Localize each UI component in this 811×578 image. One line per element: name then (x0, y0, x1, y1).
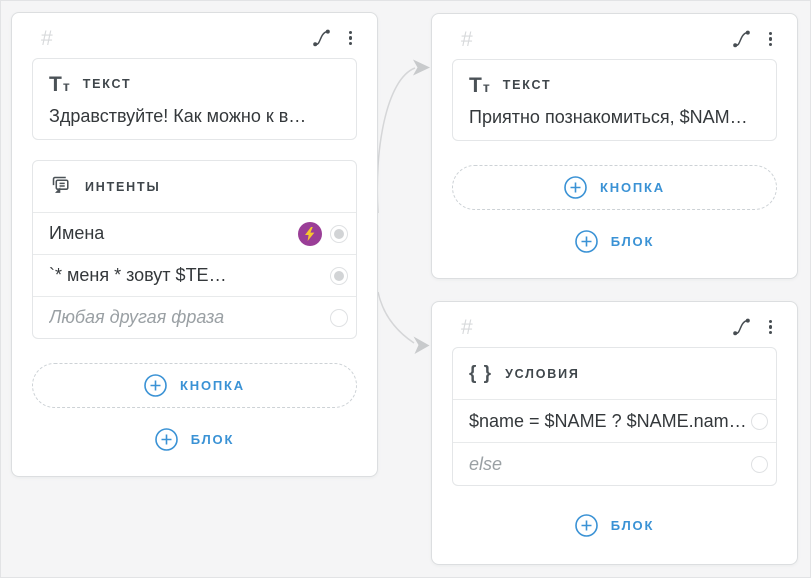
plus-circle-icon (575, 514, 598, 537)
block-header: # (452, 25, 777, 53)
intents-section: ИНТЕНТЫ Имена `* меня * зовут $TE… Любая… (32, 160, 357, 339)
text-content: Приятно познакомиться, $NAM… (469, 107, 760, 128)
plus-circle-icon (155, 428, 178, 451)
connections-icon[interactable] (732, 29, 752, 49)
connection-port[interactable] (330, 225, 348, 243)
block-menu-icon[interactable] (346, 30, 356, 47)
wire-to-conditions-block (378, 292, 414, 343)
flow-canvas: # Tт ТЕКСТ Здравствуйте! Как можно к в… (0, 0, 811, 578)
intent-text: Любая другая фраза (49, 307, 324, 328)
add-block-label: БЛОК (191, 432, 234, 447)
section-label: УСЛОВИЯ (505, 367, 580, 381)
connections-icon[interactable] (312, 28, 332, 48)
add-button-button[interactable]: КНОПКА (32, 363, 357, 408)
connection-port[interactable] (751, 456, 768, 473)
conditions-section: { } УСЛОВИЯ $name = $NAME ? $NAME.nam… e… (452, 347, 777, 486)
bot-block-start[interactable]: # Tт ТЕКСТ Здравствуйте! Как можно к в… (11, 12, 378, 477)
plus-circle-icon (575, 230, 598, 253)
add-button-label: КНОПКА (600, 180, 665, 195)
intents-icon (49, 173, 72, 201)
plus-circle-icon (144, 374, 167, 397)
block-menu-icon[interactable] (766, 319, 776, 336)
wire-to-text-block (377, 68, 415, 213)
section-label: ИНТЕНТЫ (85, 180, 161, 194)
condition-text: else (469, 454, 745, 475)
plus-circle-icon (564, 176, 587, 199)
add-block-button[interactable]: БЛОК (155, 428, 234, 451)
text-section[interactable]: Tт ТЕКСТ Здравствуйте! Как можно к в… (32, 58, 357, 140)
intent-row[interactable]: Любая другая фраза (33, 296, 356, 338)
conditions-header: { } УСЛОВИЯ (453, 348, 776, 399)
block-title-placeholder[interactable]: # (461, 29, 473, 50)
add-block-label: БЛОК (611, 234, 654, 249)
ml-intent-badge (298, 222, 322, 246)
bot-block-text-reply[interactable]: # Tт ТЕКСТ Приятно познакомиться, $NAM… (431, 13, 798, 279)
block-header-icons (312, 28, 356, 48)
section-label: ТЕКСТ (503, 78, 552, 92)
condition-text: $name = $NAME ? $NAME.nam… (469, 411, 745, 432)
block-header: # (32, 24, 357, 52)
add-block-button[interactable]: БЛОК (575, 514, 654, 537)
add-block-label: БЛОК (611, 518, 654, 533)
section-label: ТЕКСТ (83, 77, 132, 91)
connection-port[interactable] (330, 267, 348, 285)
add-block-button[interactable]: БЛОК (575, 230, 654, 253)
arrowhead-icon (413, 60, 430, 76)
text-icon: Tт (49, 74, 70, 95)
block-title-placeholder[interactable]: # (461, 317, 473, 338)
connections-icon[interactable] (732, 317, 752, 337)
intent-text: `* меня * зовут $TE… (49, 265, 324, 286)
intent-text: Имена (49, 223, 292, 244)
intent-row[interactable]: Имена (33, 212, 356, 254)
arrowhead-icon (414, 337, 430, 355)
condition-row[interactable]: else (453, 442, 776, 485)
conditions-icon: { } (469, 364, 492, 383)
intent-row[interactable]: `* меня * зовут $TE… (33, 254, 356, 296)
block-header: # (452, 313, 777, 341)
condition-row[interactable]: $name = $NAME ? $NAME.nam… (453, 399, 776, 442)
connection-port[interactable] (330, 309, 348, 327)
text-icon: Tт (469, 75, 490, 96)
bot-block-conditions[interactable]: # { } УСЛОВИЯ $name = $NAME ? $NAME.nam… (431, 301, 798, 565)
connection-port[interactable] (751, 413, 768, 430)
intents-header: ИНТЕНТЫ (33, 161, 356, 212)
text-content: Здравствуйте! Как можно к в… (49, 106, 340, 127)
block-header-icons (732, 29, 776, 49)
text-section[interactable]: Tт ТЕКСТ Приятно познакомиться, $NAM… (452, 59, 777, 141)
block-header-icons (732, 317, 776, 337)
add-button-button[interactable]: КНОПКА (452, 165, 777, 210)
block-menu-icon[interactable] (766, 31, 776, 48)
block-title-placeholder[interactable]: # (41, 28, 53, 49)
add-button-label: КНОПКА (180, 378, 245, 393)
